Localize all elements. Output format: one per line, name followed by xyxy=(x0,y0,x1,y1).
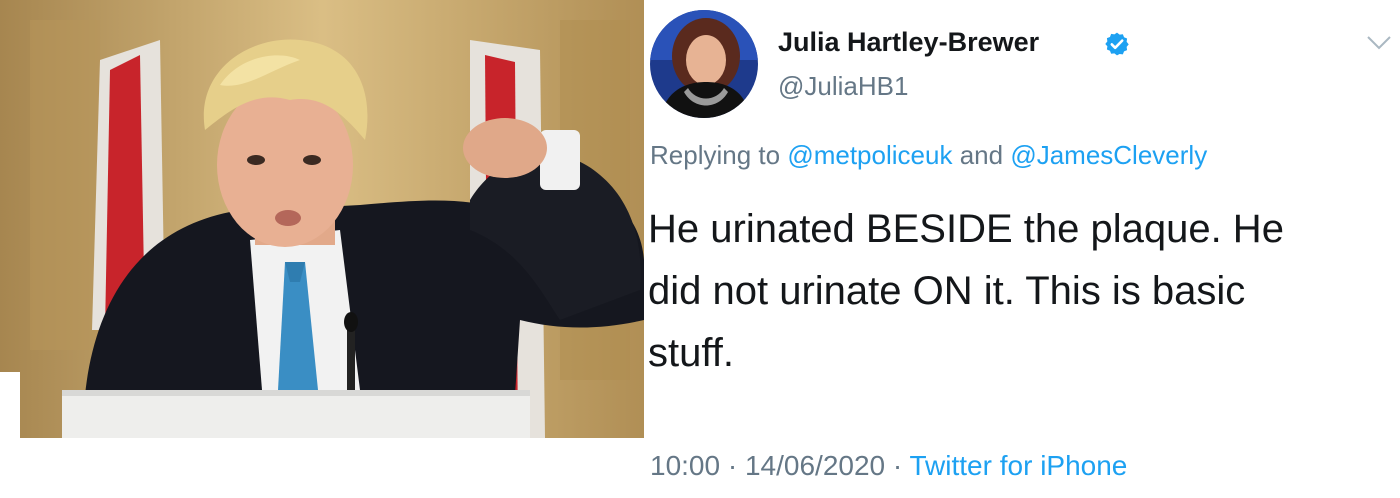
tweet-time[interactable]: 10:00 xyxy=(650,450,720,481)
mention-link-metpoliceuk[interactable]: @metpoliceuk xyxy=(787,140,952,170)
tweet-line: stuff. xyxy=(648,331,734,375)
mention-link-jamescleverly[interactable]: @JamesCleverly xyxy=(1010,140,1207,170)
author-name[interactable]: Julia Hartley-Brewer xyxy=(778,27,1039,58)
reply-context: Replying to @metpoliceuk and @JamesCleve… xyxy=(650,140,1207,171)
tweet-body: He urinated BESIDE the plaque. He did no… xyxy=(648,198,1388,384)
avatar-image xyxy=(650,10,758,118)
reply-prefix: Replying to xyxy=(650,140,781,170)
tweet-line: He urinated BESIDE the plaque. He xyxy=(648,207,1284,251)
tweet-date[interactable]: 14/06/2020 xyxy=(745,450,885,481)
meta-separator: · xyxy=(727,450,738,481)
reply-joiner: and xyxy=(959,140,1004,170)
meta-separator: · xyxy=(892,450,903,481)
press-conference-photo xyxy=(0,0,644,438)
chevron-down-icon[interactable] xyxy=(1364,30,1394,54)
tweet-source-link[interactable]: Twitter for iPhone xyxy=(910,450,1128,481)
author-avatar[interactable] xyxy=(650,10,758,118)
tweet-line: did not urinate ON it. This is basic xyxy=(648,269,1246,313)
tweet-card: Julia Hartley-Brewer @JuliaHB1 Replying … xyxy=(644,0,1400,498)
verified-icon xyxy=(1105,32,1129,56)
tweet-metadata: 10:00 · 14/06/2020 · Twitter for iPhone xyxy=(650,450,1127,482)
photo-illustration xyxy=(0,0,644,438)
author-handle[interactable]: @JuliaHB1 xyxy=(778,71,908,102)
